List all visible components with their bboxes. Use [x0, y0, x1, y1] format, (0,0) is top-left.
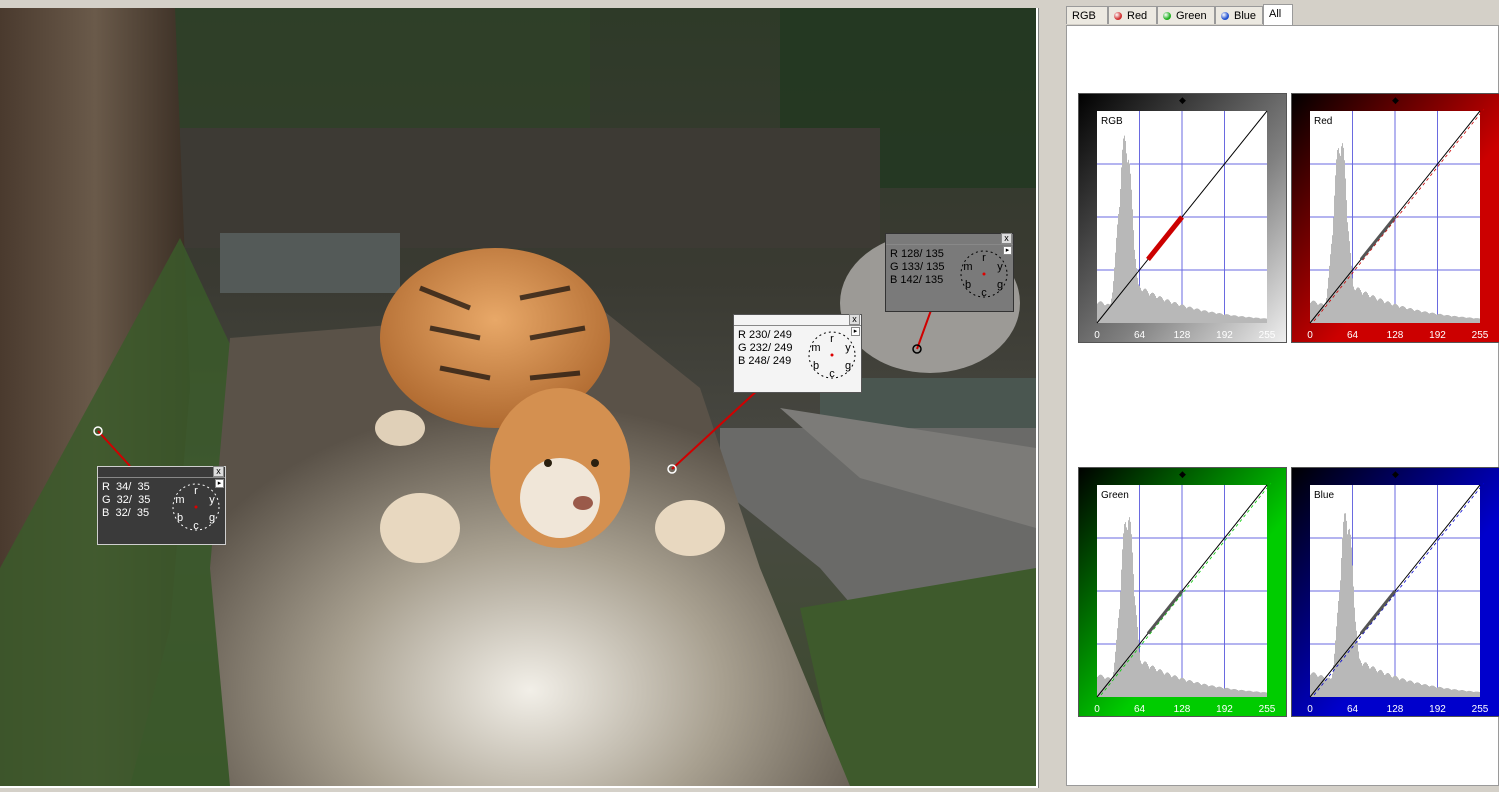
axis-tick-label: 0	[1307, 330, 1313, 341]
axis-tick-label: 128	[1387, 704, 1404, 715]
tab-blue[interactable]: Blue	[1215, 6, 1263, 24]
probe-titlebar[interactable]: x	[734, 314, 861, 326]
tab-all-label: All	[1269, 8, 1282, 20]
axis-tick-label: 255	[1259, 330, 1276, 341]
probe-r-value: R 230/ 249	[738, 329, 792, 341]
dial-g: g	[209, 512, 215, 524]
tab-blue-label: Blue	[1234, 10, 1257, 22]
axis-tick-label: 0	[1094, 704, 1100, 715]
range-marker-icon: ◆	[1392, 95, 1399, 105]
color-probe-2[interactable]: x R 230/ 249 G 232/ 249 B 248/ 249 r y g…	[733, 314, 862, 393]
probe-r-value: R 128/ 135	[890, 248, 944, 260]
dial-r: r	[194, 485, 198, 497]
probe-values: R 34/ 35 G 32/ 35 B 32/ 35	[102, 481, 150, 520]
probe-g-value: G 133/ 135	[890, 261, 945, 273]
axis-tick-label: 255	[1472, 330, 1489, 341]
dial-b: b	[177, 512, 183, 524]
close-icon[interactable]: x	[1001, 233, 1012, 244]
histogram-title: Red	[1314, 116, 1332, 127]
histogram-title: Blue	[1314, 490, 1334, 501]
probe-values: R 230/ 249 G 232/ 249 B 248/ 249	[738, 329, 792, 368]
probe-g-value: G 232/ 249	[738, 342, 793, 354]
dial-c: c	[193, 520, 199, 532]
red-dot-icon	[1114, 12, 1122, 20]
tab-green-label: Green	[1176, 10, 1207, 22]
probe-r-value: R 34/ 35	[102, 481, 150, 493]
histogram-green[interactable]: ◆ Green 0 64 128 192 255	[1078, 467, 1287, 717]
probe-b-value: B 142/ 135	[890, 274, 944, 286]
tab-rgb[interactable]: RGB	[1066, 6, 1108, 24]
tab-all[interactable]: All	[1263, 4, 1293, 25]
histogram-title: RGB	[1101, 116, 1123, 127]
green-dot-icon	[1163, 12, 1171, 20]
axis-tick-label: 128	[1174, 704, 1191, 715]
dial-m: m	[175, 494, 184, 506]
color-probe-1[interactable]: x R 34/ 35 G 32/ 35 B 32/ 35 r y g c b m…	[97, 466, 226, 545]
dial-m: m	[811, 342, 820, 354]
histogram-blue[interactable]: ◆ Blue 0 64 128 192 255	[1291, 467, 1499, 717]
histogram-panel: RGB Red Green Blue All ◆ RGB 0 64 128 192 255 …	[1058, 0, 1499, 792]
axis-tick-label: 192	[1216, 704, 1233, 715]
axis-tick-label: 128	[1174, 330, 1191, 341]
dial-m: m	[963, 261, 972, 273]
dial-y: y	[997, 261, 1003, 273]
tiger-photo	[0, 8, 1036, 786]
color-probe-3[interactable]: x R 128/ 135 G 133/ 135 B 142/ 135 r y g…	[885, 233, 1014, 312]
axis-tick-label: 192	[1216, 330, 1233, 341]
probe-values: R 128/ 135 G 133/ 135 B 142/ 135	[890, 248, 944, 287]
all-histograms-page: ◆ RGB 0 64 128 192 255 ◆ Red 0 64 128 192 255 ◆ Green…	[1066, 25, 1499, 786]
hue-dial-icon: r y g c b m	[808, 331, 856, 380]
range-marker-icon: ◆	[1392, 469, 1399, 479]
tab-red[interactable]: Red	[1108, 6, 1157, 24]
axis-tick-label: 255	[1259, 704, 1276, 715]
dial-y: y	[845, 342, 851, 354]
probe-b-value: B 248/ 249	[738, 355, 792, 367]
blue-dot-icon	[1221, 12, 1229, 20]
dial-c: c	[981, 287, 987, 299]
axis-tick-label: 0	[1307, 704, 1313, 715]
dial-y: y	[209, 494, 215, 506]
dial-b: b	[813, 360, 819, 372]
hue-dial-icon: r y g c b m	[960, 250, 1008, 299]
play-icon[interactable]: ▸	[1003, 246, 1012, 255]
dial-c: c	[829, 368, 835, 380]
image-viewport[interactable]: x R 34/ 35 G 32/ 35 B 32/ 35 r y g c b m…	[0, 8, 1039, 788]
range-marker-icon: ◆	[1179, 469, 1186, 479]
dial-r: r	[982, 252, 986, 264]
axis-tick-label: 192	[1429, 704, 1446, 715]
tab-green[interactable]: Green	[1157, 6, 1215, 24]
tab-red-label: Red	[1127, 10, 1148, 22]
axis-tick-label: 64	[1134, 704, 1146, 715]
probe-titlebar[interactable]: x	[886, 233, 1013, 245]
axis-tick-label: 64	[1347, 704, 1359, 715]
axis-tick-label: 192	[1429, 330, 1446, 341]
close-icon[interactable]: x	[849, 314, 860, 325]
axis-tick-label: 64	[1134, 330, 1146, 341]
probe-g-value: G 32/ 35	[102, 494, 151, 506]
probe-titlebar[interactable]: x	[98, 466, 225, 478]
axis-tick-label: 128	[1387, 330, 1404, 341]
tab-rgb-label: RGB	[1072, 10, 1096, 22]
axis-tick-label: 64	[1347, 330, 1359, 341]
axis-tick-label: 255	[1472, 704, 1489, 715]
dial-r: r	[830, 333, 834, 345]
dial-g: g	[997, 279, 1003, 291]
range-marker-icon: ◆	[1179, 95, 1186, 105]
dial-g: g	[845, 360, 851, 372]
dial-b: b	[965, 279, 971, 291]
play-icon[interactable]: ▸	[215, 479, 224, 488]
histogram-red[interactable]: ◆ Red 0 64 128 192 255	[1291, 93, 1499, 343]
close-icon[interactable]: x	[213, 466, 224, 477]
hue-dial-icon: r y g c b m	[172, 483, 220, 532]
axis-tick-label: 0	[1094, 330, 1100, 341]
play-icon[interactable]: ▸	[851, 327, 860, 336]
histogram-title: Green	[1101, 490, 1129, 501]
probe-b-value: B 32/ 35	[102, 507, 150, 519]
histogram-rgb[interactable]: ◆ RGB 0 64 128 192 255	[1078, 93, 1287, 343]
